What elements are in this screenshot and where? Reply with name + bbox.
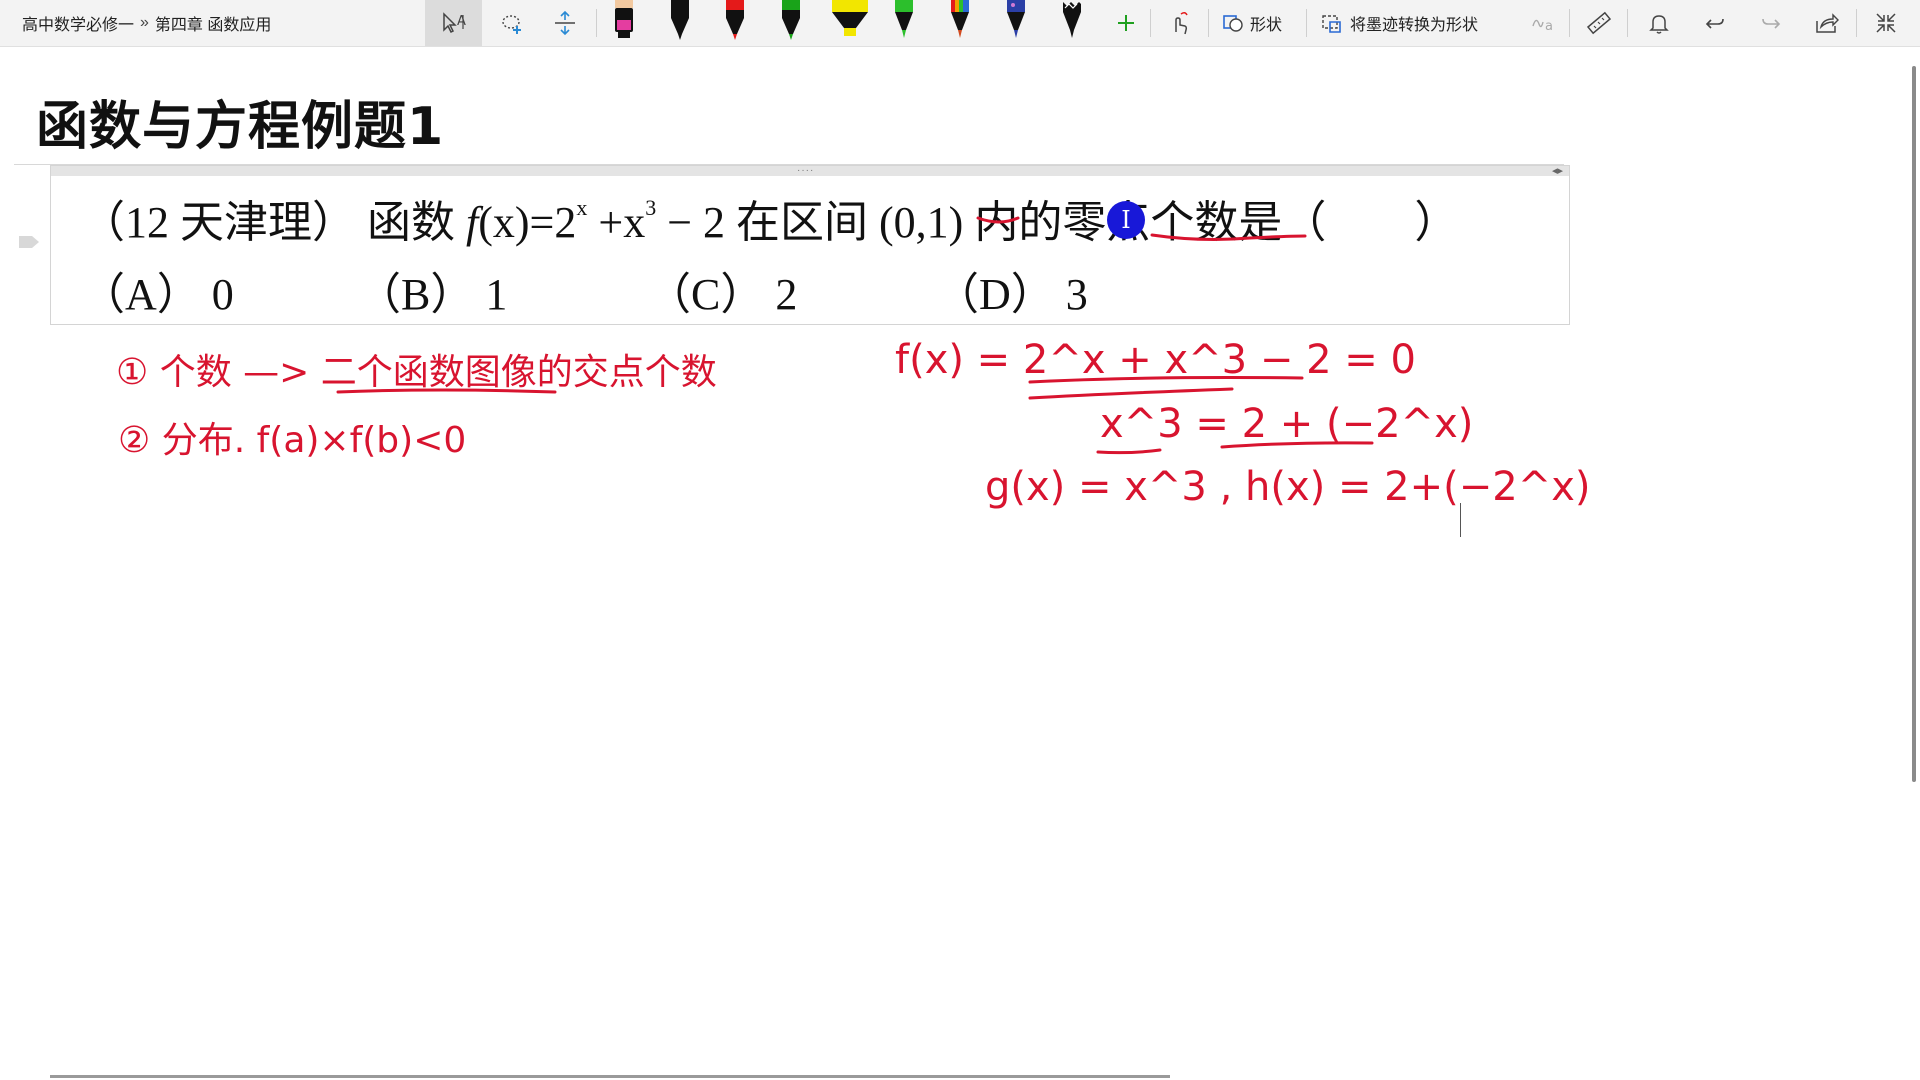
- note-line-4: x^3 = 2 + (−2^x): [1100, 401, 1473, 447]
- shapes-label: 形状: [1250, 17, 1283, 34]
- collapse-icon: [1876, 13, 1896, 33]
- note-line-3: f(x) = 2^x + x^3 − 2 = 0: [895, 337, 1416, 383]
- option-d-value: 3: [1065, 270, 1088, 319]
- ink-to-shape-icon: [1322, 15, 1341, 33]
- svg-text:a: a: [1545, 19, 1553, 34]
- resize-handle-icon[interactable]: ◂▸: [1552, 164, 1563, 177]
- question-text: （12 天津理） 函数 f(x)=2x +x3 − 2 在区间 (0,1) 内的…: [81, 186, 1458, 250]
- option-b: （B） 1: [357, 258, 507, 322]
- notifications-button[interactable]: [1638, 0, 1680, 46]
- note-line-2: ② 分布. f(a)×f(b)<0: [118, 420, 466, 461]
- option-c: （C） 2: [647, 258, 797, 322]
- question-note-container[interactable]: ···· ◂▸ （12 天津理） 函数 f(x)=2x +x3 − 2 在区间 …: [50, 165, 1570, 325]
- container-drag-handle[interactable]: ···· ◂▸: [51, 164, 1569, 177]
- question-interval: (0,1): [879, 198, 964, 247]
- lasso-select-button[interactable]: [490, 0, 536, 46]
- question-sup-x: x: [576, 195, 588, 220]
- ribbon-toolbar: 高中数学必修一 » 第四章 函数应用 A 形状 将墨迹转换为形状 a: [0, 0, 1920, 47]
- touch-draw-button[interactable]: [1160, 0, 1200, 46]
- breadcrumb-separator: »: [140, 14, 149, 31]
- question-stem-post: 内的零点个数是（ ）: [974, 198, 1459, 247]
- pen-galaxy-icon[interactable]: [1001, 0, 1031, 44]
- ink-to-text-icon: a: [1532, 19, 1553, 34]
- option-a: （A） 0: [81, 258, 234, 322]
- question-f: f: [466, 198, 479, 247]
- option-a-value: 0: [211, 270, 234, 319]
- svg-text:A: A: [457, 14, 466, 29]
- pen-green-2-icon[interactable]: [889, 0, 919, 44]
- question-source: （12 天津理）: [81, 198, 356, 247]
- ink-to-shape-button[interactable]: 将墨迹转换为形状: [1320, 0, 1478, 46]
- page-title[interactable]: 函数与方程例题1: [36, 84, 444, 159]
- breadcrumb-section[interactable]: 第四章 函数应用: [155, 11, 271, 35]
- shapes-icon: [1223, 15, 1243, 32]
- ink-to-shape-label: 将墨迹转换为形状: [1350, 17, 1479, 34]
- highlighter-yellow-icon[interactable]: [830, 0, 870, 44]
- toolbar-divider: [1627, 9, 1628, 37]
- pen-black-zigzag-icon[interactable]: [1057, 0, 1087, 44]
- add-space-button[interactable]: [542, 0, 588, 46]
- option-b-value: 1: [485, 270, 508, 319]
- paragraph-tag-icon[interactable]: [18, 234, 40, 250]
- pen-red-icon[interactable]: [720, 0, 750, 44]
- page-bottom-divider: [50, 1075, 1170, 1078]
- breadcrumb: 高中数学必修一 » 第四章 函数应用: [22, 0, 271, 46]
- option-c-letter: （C）: [647, 270, 765, 319]
- question-interval-text: 在区间: [736, 198, 869, 247]
- note-line-5: g(x) = x^3 , h(x) = 2+(−2^x): [985, 464, 1591, 510]
- toolbar-divider: [596, 9, 597, 37]
- question-plus-x: +x: [587, 198, 646, 247]
- pen-black-icon[interactable]: [665, 0, 695, 44]
- text-cursor-icon: I: [1107, 201, 1145, 239]
- undo-button[interactable]: [1694, 0, 1736, 46]
- question-stem-pre: 函数: [367, 198, 455, 247]
- toolbar-divider: [1856, 9, 1857, 37]
- note-line-1: ① 个数 —> 二个函数图像的交点个数: [116, 352, 717, 393]
- option-d: （D） 3: [935, 258, 1088, 322]
- plus-icon: [1118, 15, 1134, 31]
- option-b-letter: （B）: [357, 270, 475, 319]
- option-a-letter: （A）: [81, 270, 201, 319]
- bell-icon: [1649, 15, 1669, 34]
- insert-space-icon: [555, 10, 575, 36]
- share-icon: [1816, 13, 1839, 33]
- toolbar-divider: [1150, 9, 1151, 37]
- share-button[interactable]: [1806, 0, 1848, 46]
- pen-green-icon[interactable]: [776, 0, 806, 44]
- option-d-letter: （D）: [935, 270, 1055, 319]
- lasso-icon: [502, 15, 521, 34]
- toolbar-divider: [1569, 9, 1570, 37]
- undo-icon: [1705, 18, 1724, 29]
- question-minus: − 2: [656, 198, 737, 247]
- question-eq: =2: [529, 198, 577, 247]
- pen-black-pink-icon[interactable]: [609, 0, 639, 44]
- drag-dots-icon: ····: [797, 165, 815, 176]
- ruler-button[interactable]: [1579, 0, 1619, 46]
- redo-button[interactable]: [1750, 0, 1792, 46]
- breadcrumb-notebook[interactable]: 高中数学必修一: [22, 11, 134, 35]
- redo-icon: [1762, 18, 1781, 29]
- ruler-icon: [1586, 11, 1612, 35]
- toolbar-divider: [1306, 9, 1307, 37]
- toolbar-divider: [1208, 9, 1209, 37]
- question-paren-x: (x): [478, 198, 530, 247]
- exit-full-screen-button[interactable]: [1864, 0, 1908, 46]
- add-pen-button[interactable]: [1108, 0, 1144, 46]
- question-sup-3: 3: [645, 195, 657, 220]
- vertical-scrollbar[interactable]: [1912, 66, 1916, 782]
- touch-writing-icon: [1175, 11, 1188, 35]
- shapes-button[interactable]: 形状: [1222, 0, 1282, 46]
- ink-to-text-button[interactable]: a: [1525, 0, 1561, 46]
- select-type-tool-button[interactable]: A: [425, 0, 482, 46]
- option-c-value: 2: [775, 270, 798, 319]
- pen-rainbow-icon[interactable]: [945, 0, 975, 44]
- text-caret: [1460, 503, 1461, 537]
- ink-layer[interactable]: ① 个数 —> 二个函数图像的交点个数 ② 分布. f(a)×f(b)<0 f(…: [0, 0, 1920, 1080]
- cursor-text-icon: A: [442, 12, 466, 34]
